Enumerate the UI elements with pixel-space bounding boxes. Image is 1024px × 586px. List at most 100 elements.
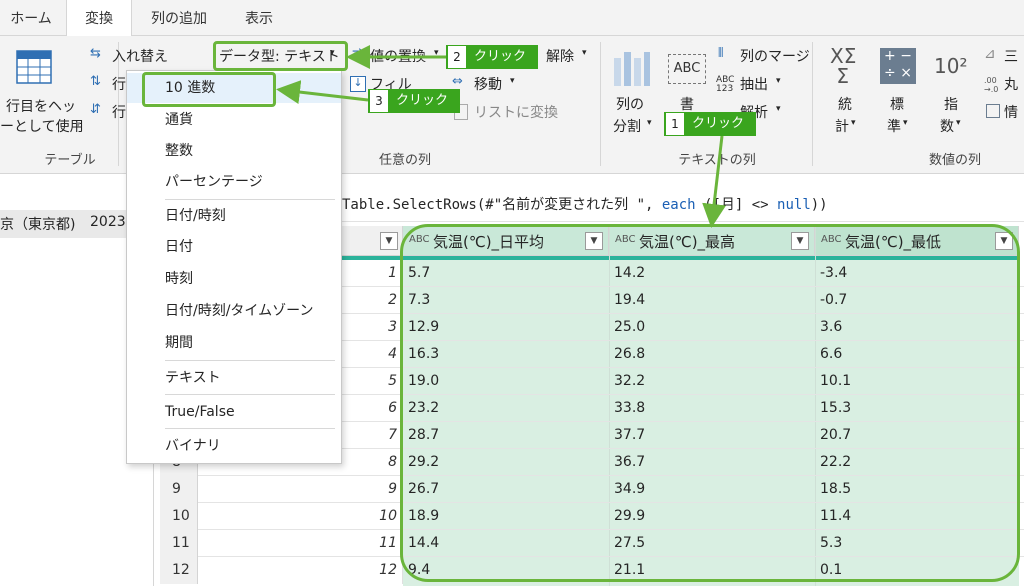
reverse-rows-button[interactable]: 行: [112, 74, 126, 94]
highlight-decimal-item: [142, 72, 276, 107]
merge-columns-button[interactable]: 列のマージ: [740, 46, 810, 66]
standard-button[interactable]: 標: [890, 94, 904, 114]
menu-item-duration[interactable]: 期間: [127, 328, 341, 358]
tab-transform[interactable]: 変換: [66, 0, 132, 37]
row-number: 11: [160, 530, 198, 557]
filter-chevron-icon[interactable]: ▼: [380, 232, 398, 250]
replace-values-icon: ⇄: [352, 46, 363, 61]
index-cell[interactable]: 11: [198, 530, 403, 557]
callout-text: クリック: [474, 49, 527, 64]
transpose-icon: ⇆: [90, 46, 101, 61]
group-label-table: テーブル: [44, 153, 96, 168]
formula-middle: ([月] <>: [695, 197, 778, 213]
group-label-text-column: テキストの列: [678, 153, 756, 168]
trigonometry-button[interactable]: 三: [1004, 46, 1018, 66]
format-button[interactable]: 書: [680, 94, 694, 114]
use-first-row-header-button[interactable]: 行目をヘッ: [6, 96, 76, 116]
rounding-icon: .00 →.0: [984, 76, 999, 94]
index-cell[interactable]: 9: [198, 476, 403, 503]
menu-item-time[interactable]: 時刻: [127, 264, 341, 294]
query-date: 2023.: [90, 214, 131, 230]
reverse-rows-icon: ⇅: [90, 74, 101, 89]
standard-chevron-icon: ▾: [903, 118, 908, 128]
use-first-row-header-button-line2[interactable]: ーとして使用: [0, 116, 84, 136]
callout-number: 1: [666, 113, 684, 135]
query-name: 京（東京都): [0, 217, 76, 233]
extract-icon: ABC 123: [716, 75, 735, 94]
group-label-number-column: 数値の列: [928, 153, 981, 168]
callout-step-1: 1 クリック: [664, 112, 757, 136]
callout-number: 2: [448, 46, 466, 68]
callout-text: クリック: [692, 116, 745, 131]
menu-separator: [165, 428, 335, 429]
tab-add-column[interactable]: 列の追加: [136, 0, 222, 36]
group-label-any-column: 任意の列: [378, 153, 431, 168]
menu-separator: [165, 394, 335, 395]
replace-values-button[interactable]: 値の置換: [370, 46, 426, 66]
menu-item-percentage[interactable]: パーセンテージ: [127, 167, 341, 197]
unpivot-button[interactable]: 解除: [546, 46, 574, 66]
extract-button[interactable]: 抽出: [740, 74, 768, 94]
replace-values-chevron-icon: ▾: [434, 48, 439, 58]
tab-view[interactable]: 表示: [228, 0, 290, 36]
statistics-button-line2[interactable]: 計: [835, 116, 849, 136]
unpivot-chevron-icon: ▾: [582, 48, 587, 58]
move-button[interactable]: 移動: [474, 74, 502, 94]
menu-item-currency[interactable]: 通貨: [127, 105, 341, 135]
information-icon: [986, 104, 1000, 118]
standard-button-line2[interactable]: 準: [887, 116, 901, 136]
row-number: 12: [160, 557, 198, 584]
menu-separator: [165, 360, 335, 361]
standard-icon: + − ÷ ×: [880, 48, 916, 84]
menu-separator: [165, 199, 335, 200]
index-cell[interactable]: 10: [198, 503, 403, 530]
highlight-data-type-button: [213, 41, 348, 71]
exponent-button[interactable]: 指: [944, 94, 958, 114]
statistics-button[interactable]: 統: [838, 94, 852, 114]
menu-item-integer[interactable]: 整数: [127, 136, 341, 166]
extract-chevron-icon: ▾: [776, 76, 781, 86]
menu-item-date[interactable]: 日付: [127, 232, 341, 262]
exponent-icon: 10²: [934, 54, 968, 78]
table-header-icon: [16, 50, 52, 84]
formula-keyword-each: each: [661, 197, 696, 213]
trigonometry-icon: ⊿: [984, 46, 996, 62]
parse-chevron-icon: ▾: [776, 104, 781, 114]
menu-item-true-false[interactable]: True/False: [127, 397, 341, 427]
transpose-button[interactable]: 入れ替え: [112, 46, 168, 66]
callout-step-3: 3 クリック: [368, 89, 461, 113]
count-rows-icon: ⇵: [90, 102, 101, 117]
statistics-chevron-icon: ▾: [851, 118, 856, 128]
split-column-icon: [614, 52, 650, 86]
menu-item-datetime[interactable]: 日付/時刻: [127, 201, 341, 231]
rounding-button[interactable]: 丸: [1004, 74, 1018, 94]
ribbon-separator: [600, 42, 601, 166]
split-chevron-icon: ▾: [647, 118, 652, 128]
fill-icon: ↓: [350, 76, 366, 92]
move-icon: ⇔: [452, 74, 463, 89]
ribbon-separator: [812, 42, 813, 166]
menu-item-text[interactable]: テキスト: [127, 363, 341, 393]
formula-text[interactable]: Table.SelectRows(#"名前が変更された列 ", each ([月…: [342, 194, 828, 214]
data-type-menu: 10 進数 通貨 整数 パーセンテージ 日付/時刻 日付 時刻 日付/時刻/タイ…: [126, 70, 342, 464]
count-rows-button[interactable]: 行: [112, 102, 126, 122]
tab-home[interactable]: ホーム: [0, 0, 62, 36]
callout-number: 3: [370, 90, 388, 112]
exponent-button-line2[interactable]: 数: [940, 116, 954, 136]
callout-text: クリック: [396, 93, 449, 108]
ribbon-tabs: ホーム 変換 列の追加 表示: [0, 0, 1024, 37]
split-column-button-line2[interactable]: 分割: [613, 116, 641, 136]
merge-columns-icon: ⫴: [718, 46, 724, 61]
row-number: 9: [160, 476, 198, 503]
convert-to-list-button[interactable]: リストに変換: [474, 102, 558, 122]
chevron-down-icon: ▾: [76, 120, 81, 130]
information-button[interactable]: 情: [1004, 102, 1018, 122]
highlight-selected-columns: [400, 224, 1020, 582]
formula-suffix: )): [810, 197, 828, 213]
index-cell[interactable]: 12: [198, 557, 403, 584]
split-column-button[interactable]: 列の: [616, 94, 644, 114]
format-icon: ABC: [668, 54, 706, 84]
menu-item-binary[interactable]: バイナリ: [127, 431, 341, 461]
menu-item-datetime-timezone[interactable]: 日付/時刻/タイムゾーン: [127, 296, 341, 326]
statistics-icon: XΣ Σ: [830, 44, 857, 88]
